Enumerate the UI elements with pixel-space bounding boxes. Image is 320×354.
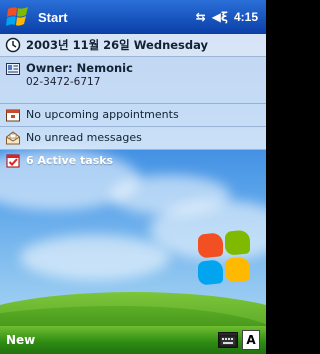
start-flag-icon (6, 7, 28, 26)
tasks-text: 6 Active tasks (26, 154, 114, 167)
new-button[interactable]: New (6, 333, 35, 347)
window-title: Start (38, 9, 68, 25)
owner-name: Owner: Nemonic (26, 61, 133, 75)
speaker-icon[interactable]: ◀ξ (212, 10, 228, 24)
keyboard-icon[interactable] (218, 332, 238, 348)
date-row[interactable]: 2003년 11월 26일 Wednesday (0, 34, 266, 57)
connectivity-icon[interactable]: ⇆ (196, 10, 206, 24)
input-panel-tray: A (218, 330, 260, 350)
tasks-row[interactable]: 6 Active tasks (0, 150, 266, 172)
owner-info: Owner: Nemonic 02-3472-6717 (26, 57, 133, 89)
clock[interactable]: 4:15 (234, 10, 258, 24)
tasks-checkbox-icon (0, 150, 26, 172)
windows-logo-icon (196, 227, 252, 289)
date-text: 2003년 11월 26일 Wednesday (26, 38, 209, 52)
appointments-text: No upcoming appointments (26, 108, 179, 121)
status-area: ⇆ ◀ξ 4:15 (196, 10, 258, 24)
owner-phone: 02-3472-6717 (26, 76, 101, 88)
today-items: 2003년 11월 26일 Wednesday Owner: Nemonic 0… (0, 34, 266, 172)
clock-icon (0, 34, 26, 56)
bottom-bar: New A (0, 326, 266, 354)
appointments-row[interactable]: No upcoming appointments (0, 104, 266, 127)
messages-text: No unread messages (26, 131, 142, 144)
messages-row[interactable]: No unread messages (0, 127, 266, 150)
input-mode-button[interactable]: A (242, 330, 260, 350)
start-menu-button[interactable] (4, 3, 32, 31)
calendar-icon (0, 104, 26, 126)
owner-row[interactable]: Owner: Nemonic 02-3472-6717 (0, 57, 266, 104)
inbox-icon (0, 127, 26, 149)
owner-card-icon (0, 57, 26, 81)
today-screen: Start ⇆ ◀ξ 4:15 2003년 11월 26일 Wednesday (0, 0, 266, 354)
title-bar: Start ⇆ ◀ξ 4:15 (0, 0, 266, 34)
cloud (20, 235, 170, 280)
